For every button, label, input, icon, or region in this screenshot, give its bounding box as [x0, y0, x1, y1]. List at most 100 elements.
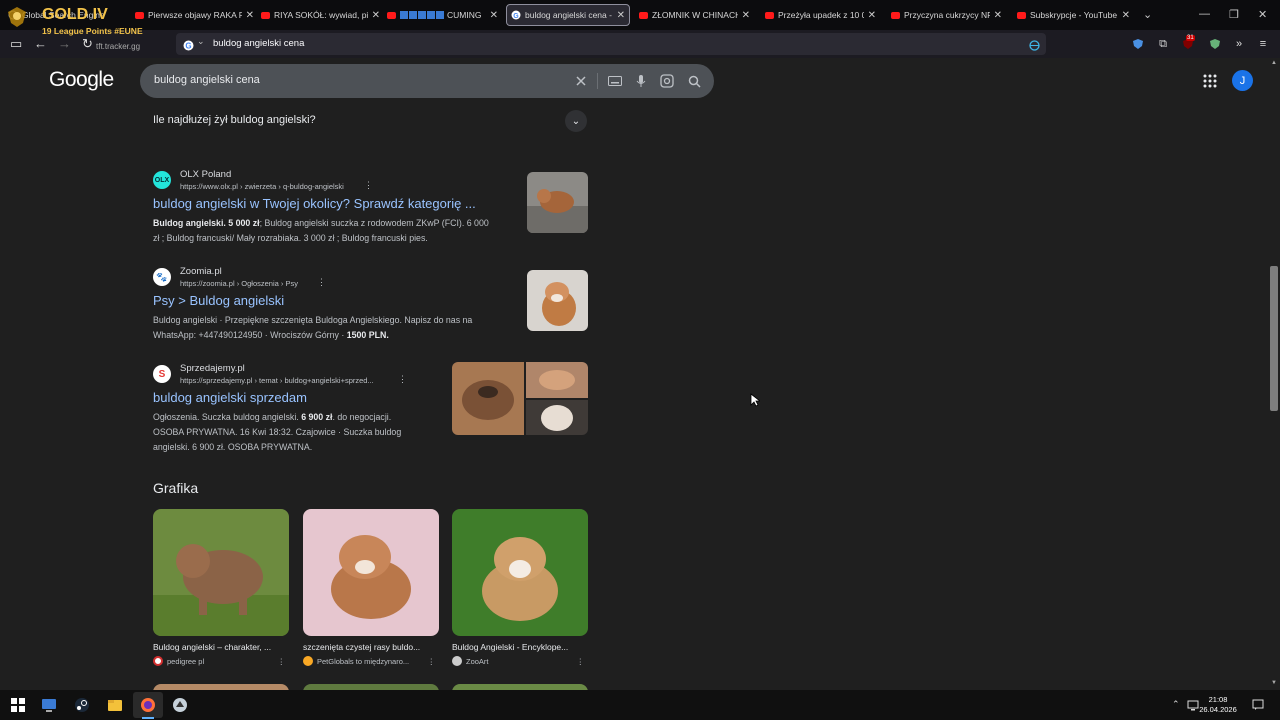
- people-also-ask-question[interactable]: Ile najdłużej żył buldog angielski?: [153, 114, 316, 126]
- close-tab-icon[interactable]: ✕: [617, 10, 625, 21]
- minimize-button[interactable]: —: [1199, 8, 1210, 20]
- tab-youtube-6[interactable]: Przyczyna cukrzycy NR1 ✕: [890, 4, 1002, 26]
- scroll-down-icon[interactable]: ▼: [1271, 680, 1277, 686]
- remote-desktop-icon[interactable]: [41, 697, 57, 713]
- search-input[interactable]: buldog angielski cena: [154, 74, 260, 86]
- result-site-name[interactable]: Zoomia.pl: [180, 266, 222, 277]
- youtube-icon: [638, 10, 648, 20]
- extensions-puzzle-icon[interactable]: ⧉: [1156, 37, 1170, 51]
- file-explorer-icon[interactable]: [107, 697, 123, 713]
- image-thumbnail[interactable]: [153, 509, 289, 636]
- close-tab-icon[interactable]: ✕: [490, 10, 498, 21]
- clock-time: 21:08: [1208, 695, 1228, 704]
- microphone-icon[interactable]: [632, 72, 650, 90]
- search-divider: [597, 73, 598, 89]
- image-caption[interactable]: Buldog angielski – charakter, ...: [153, 642, 289, 652]
- list-tabs-chevron-icon[interactable]: ⌄: [1143, 8, 1152, 21]
- result-title-link[interactable]: Psy > Buldog angielski: [153, 293, 284, 308]
- image-card[interactable]: szczenięta czystej rasy buldo... PetGlob…: [303, 509, 439, 666]
- page-scrollbar[interactable]: ▲ ▼: [1268, 58, 1280, 690]
- result-thumbnail[interactable]: [527, 172, 588, 233]
- more-tools-icon[interactable]: »: [1232, 37, 1246, 51]
- clock-date: 26.04.2026: [1199, 705, 1237, 714]
- url-text[interactable]: buldog angielski cena: [213, 38, 304, 49]
- image-thumbnail[interactable]: [303, 509, 439, 636]
- close-tab-icon[interactable]: ✕: [1122, 10, 1130, 21]
- engine-chevron-icon[interactable]: ⌄: [197, 36, 205, 47]
- keyboard-icon[interactable]: [606, 72, 624, 90]
- result-options-icon[interactable]: ⋮: [317, 277, 326, 288]
- close-tab-icon[interactable]: ✕: [372, 10, 380, 21]
- result-site-name[interactable]: OLX Poland: [180, 169, 231, 180]
- youtube-icon: [386, 10, 396, 20]
- tab-youtube-5[interactable]: Przeżyła upadek z 10 000 ✕: [764, 4, 876, 26]
- google-results-page: Google buldog angielski cena J Ile najdł…: [0, 58, 1268, 690]
- translate-globe-icon[interactable]: [1029, 38, 1040, 51]
- result-thumbnail[interactable]: [527, 270, 588, 331]
- result-title-link[interactable]: buldog angielski sprzedam: [153, 390, 307, 405]
- adguard-icon[interactable]: [1208, 37, 1222, 51]
- result-site-name[interactable]: Sprzedajemy.pl: [180, 363, 245, 374]
- close-tab-icon[interactable]: ✕: [868, 10, 876, 21]
- search-icon[interactable]: [685, 72, 703, 90]
- tab-google-active[interactable]: G buldog angielski cena - S ✕: [506, 4, 630, 26]
- sidebar-toggle-icon[interactable]: ▭: [10, 36, 22, 52]
- image-source[interactable]: pedigree pl ⋮: [153, 656, 289, 666]
- clear-search-icon[interactable]: [572, 72, 590, 90]
- result-title-link[interactable]: buldog angielski w Twojej okolicy? Spraw…: [153, 196, 476, 211]
- menu-hamburger-icon[interactable]: ≡: [1256, 37, 1270, 51]
- result-thumbnail-collage[interactable]: [452, 362, 588, 435]
- reload-button[interactable]: ↻: [82, 36, 93, 52]
- close-tab-icon[interactable]: ✕: [994, 10, 1002, 21]
- restore-button[interactable]: ❐: [1229, 8, 1239, 21]
- snippet-text: WhatsApp: +447490124950 · Wrociszów Górn…: [153, 330, 345, 340]
- lens-camera-icon[interactable]: [658, 72, 676, 90]
- result-url[interactable]: https://zoomia.pl › Ogłoszenia › Psy: [180, 279, 298, 288]
- image-caption[interactable]: szczenięta czystej rasy buldo...: [303, 642, 439, 652]
- close-window-button[interactable]: ✕: [1258, 8, 1267, 21]
- firefox-icon[interactable]: [140, 697, 156, 713]
- tab-youtube-1[interactable]: Pierwsze objawy RAKA P ✕: [134, 4, 254, 26]
- result-url[interactable]: https://sprzedajemy.pl › temat › buldog+…: [180, 376, 374, 385]
- close-tab-icon[interactable]: ✕: [246, 10, 254, 21]
- forward-button[interactable]: →: [58, 36, 71, 51]
- address-bar[interactable]: G ⌄ buldog angielski cena: [176, 33, 1046, 55]
- tft-tracker-icon[interactable]: [172, 697, 188, 713]
- image-options-icon[interactable]: ⋮: [428, 657, 436, 666]
- notifications-icon[interactable]: [1252, 698, 1264, 716]
- globe-icon: [8, 10, 18, 20]
- tab-youtube-3[interactable]: CUMING ✕: [386, 4, 498, 26]
- steam-icon[interactable]: [74, 697, 90, 713]
- google-apps-grid-icon[interactable]: [1203, 74, 1217, 88]
- image-options-icon[interactable]: ⋮: [278, 657, 286, 666]
- image-source-label: PetGlobals to międzynaro...: [317, 656, 410, 666]
- search-result-sprzedajemy: S Sprzedajemy.pl https://sprzedajemy.pl …: [153, 362, 593, 460]
- system-clock[interactable]: 21:08 26.04.2026: [1198, 695, 1238, 715]
- image-card[interactable]: Buldog Angielski - Encyklope... ZooArt ⋮: [452, 509, 588, 666]
- tab-youtube-7[interactable]: Subskrypcje - YouTube ✕: [1016, 4, 1130, 26]
- image-source[interactable]: PetGlobals to międzynaro... ⋮: [303, 656, 439, 666]
- search-box[interactable]: buldog angielski cena: [140, 64, 714, 98]
- result-url[interactable]: https://www.olx.pl › zwierzeta › q-buldo…: [180, 182, 344, 191]
- snippet-text: Ogłoszenia. Suczka buldog angielski.: [153, 412, 299, 422]
- expand-chevron-icon[interactable]: ⌄: [565, 110, 587, 132]
- scroll-up-icon[interactable]: ▲: [1271, 60, 1277, 66]
- image-source[interactable]: ZooArt ⋮: [452, 656, 588, 666]
- image-caption[interactable]: Buldog Angielski - Encyklope...: [452, 642, 588, 652]
- result-options-icon[interactable]: ⋮: [364, 180, 373, 191]
- back-button[interactable]: ←: [34, 36, 47, 51]
- tab-youtube-2[interactable]: RIYA SOKÓŁ: wywiad, pie ✕: [260, 4, 380, 26]
- tab-global-search[interactable]: Global Search Engine: [8, 4, 128, 26]
- google-logo[interactable]: Google: [49, 68, 114, 92]
- close-tab-icon[interactable]: ✕: [742, 10, 750, 21]
- shield-extension-icon[interactable]: [1131, 37, 1145, 51]
- windows-start-icon[interactable]: [10, 697, 26, 713]
- image-card[interactable]: Buldog angielski – charakter, ... pedigr…: [153, 509, 289, 666]
- image-options-icon[interactable]: ⋮: [577, 657, 585, 666]
- tab-youtube-4[interactable]: ZŁOMNIK W CHINACH # ✕: [638, 4, 750, 26]
- scrollbar-thumb[interactable]: [1270, 266, 1278, 411]
- result-options-icon[interactable]: ⋮: [398, 374, 407, 385]
- account-avatar[interactable]: J: [1232, 70, 1253, 91]
- image-thumbnail[interactable]: [452, 509, 588, 636]
- tray-expand-icon[interactable]: ⌃: [1172, 699, 1180, 710]
